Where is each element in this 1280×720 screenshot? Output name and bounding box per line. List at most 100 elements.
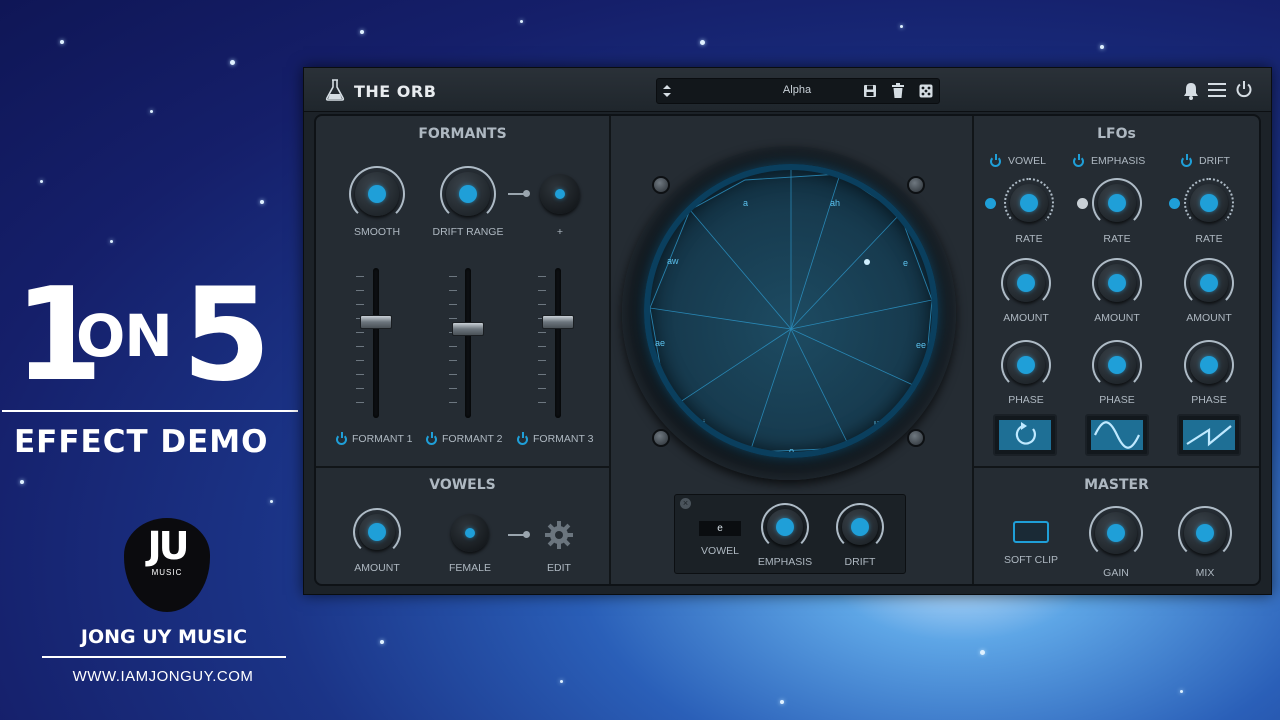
- master-title: MASTER: [1084, 477, 1149, 493]
- lfo-drift-power-icon[interactable]: [1181, 154, 1192, 167]
- selected-vowel-display: e: [699, 521, 741, 536]
- preset-selector[interactable]: Alpha: [656, 78, 940, 104]
- vowels-title: VOWELS: [429, 477, 496, 493]
- female-knob[interactable]: [449, 512, 491, 554]
- orb-label-ee: ee: [916, 340, 927, 350]
- gain-knob[interactable]: [1089, 506, 1143, 560]
- divider-right-horizontal: [974, 466, 1259, 468]
- close-icon[interactable]: ×: [680, 498, 691, 509]
- vowels-amount-knob[interactable]: [353, 508, 401, 556]
- lfo-drift-sync-icon[interactable]: [1169, 198, 1180, 209]
- mix-knob[interactable]: [1178, 506, 1232, 560]
- orb-label-a: a: [743, 198, 749, 208]
- menu-icon[interactable]: [1208, 82, 1226, 98]
- lfo-emphasis-name: EMPHASIS: [1091, 155, 1146, 167]
- lfo-emphasis-shape-button[interactable]: [1085, 414, 1149, 456]
- lfo-emphasis-rate-knob[interactable]: [1092, 178, 1142, 228]
- lfo-emphasis-sync-icon[interactable]: [1077, 198, 1088, 209]
- fader-3-track[interactable]: [555, 268, 561, 418]
- orb-controls-panel: × e VOWEL EMPHASIS DRIFT: [674, 494, 906, 574]
- channel-website: WWW.IAMJONGUY.COM: [72, 668, 254, 685]
- logo-letters: JU: [147, 524, 190, 568]
- drift-range-knob[interactable]: [440, 166, 496, 222]
- channel-rule: [42, 656, 286, 658]
- lfo-drift-name: DRIFT: [1199, 155, 1230, 167]
- vowels-connector-dot: [523, 531, 530, 538]
- drift-knob[interactable]: [836, 503, 884, 551]
- connector-dot: [523, 190, 530, 197]
- fader-1-scale: [356, 276, 364, 416]
- emphasis-label: EMPHASIS: [757, 556, 813, 568]
- lfo-drift-amount-label: AMOUNT: [1186, 312, 1232, 324]
- formant-3-label: FORMANT 3: [533, 433, 594, 445]
- channel-name: JONG UY MUSIC: [80, 626, 248, 648]
- formant-1-power-icon[interactable]: [336, 432, 347, 445]
- orb-label-o: o: [789, 446, 795, 456]
- lfo-vowel-name: VOWEL: [1008, 155, 1046, 167]
- mix-label: MIX: [1195, 567, 1215, 579]
- lfo-vowel-sync-icon[interactable]: [985, 198, 996, 209]
- orb-grid: [650, 170, 932, 452]
- bell-icon[interactable]: [1183, 82, 1199, 100]
- orb-label-u: u: [874, 418, 880, 428]
- edit-label: EDIT: [547, 562, 571, 574]
- drift-plus-label: +: [556, 226, 564, 238]
- title-rule: [2, 410, 298, 412]
- loop-wave-icon: [1015, 422, 1036, 445]
- smooth-knob[interactable]: [349, 166, 405, 222]
- orb-label-ae: ae: [655, 338, 666, 348]
- drift-label: DRIFT: [844, 556, 876, 568]
- lfo-vowel-rate-knob[interactable]: [1004, 178, 1054, 228]
- fader-2-handle[interactable]: [452, 322, 484, 336]
- fader-3-handle[interactable]: [542, 315, 574, 329]
- drift-range-label: DRIFT RANGE: [432, 226, 504, 238]
- lfo-vowel-amount-label: AMOUNT: [1003, 312, 1049, 324]
- lfo-drift-rate-knob[interactable]: [1184, 178, 1234, 228]
- lfo-emphasis-rate-label: RATE: [1103, 233, 1131, 245]
- lfo-emphasis-amount-label: AMOUNT: [1094, 312, 1140, 324]
- lfo-emphasis-phase-knob[interactable]: [1092, 340, 1142, 390]
- gain-label: GAIN: [1103, 567, 1129, 579]
- flask-icon: [325, 79, 345, 101]
- lfo-emphasis-phase-label: PHASE: [1099, 394, 1135, 406]
- title-on: ON: [76, 302, 173, 370]
- save-icon[interactable]: [863, 84, 877, 98]
- lfo-vowel-rate-label: RATE: [1015, 233, 1043, 245]
- logo-small-text: MUSIC: [151, 568, 183, 577]
- drift-plus-knob[interactable]: [538, 172, 582, 216]
- lfo-vowel-power-icon[interactable]: [990, 154, 1001, 167]
- up-down-arrows-icon[interactable]: [661, 83, 673, 99]
- lfo-emphasis-power-icon[interactable]: [1073, 154, 1084, 167]
- vowel-label: VOWEL: [701, 545, 739, 557]
- lfo-vowel-shape-button[interactable]: [993, 414, 1057, 456]
- lfo-drift-shape-button[interactable]: [1177, 414, 1241, 456]
- emphasis-knob[interactable]: [761, 503, 809, 551]
- lfo-drift-amount-knob[interactable]: [1184, 258, 1234, 308]
- orb-label-ah: ah: [830, 198, 841, 208]
- lfo-drift-phase-label: PHASE: [1191, 394, 1227, 406]
- formant-2-power-icon[interactable]: [426, 432, 437, 445]
- soft-clip-label: SOFT CLIP: [1003, 554, 1059, 566]
- lfo-drift-phase-knob[interactable]: [1184, 340, 1234, 390]
- dice-icon[interactable]: [919, 84, 933, 98]
- soft-clip-toggle[interactable]: [1013, 521, 1049, 543]
- smooth-label: SMOOTH: [353, 226, 401, 238]
- divider-right: [972, 116, 974, 584]
- fader-1-handle[interactable]: [360, 315, 392, 329]
- divider-left: [609, 116, 611, 584]
- lfo-emphasis-amount-knob[interactable]: [1092, 258, 1142, 308]
- fader-2-track[interactable]: [465, 268, 471, 418]
- lfo-vowel-amount-knob[interactable]: [1001, 258, 1051, 308]
- power-icon[interactable]: [1235, 80, 1253, 98]
- lfo-drift-rate-label: RATE: [1195, 233, 1223, 245]
- lfo-vowel-phase-knob[interactable]: [1001, 340, 1051, 390]
- fader-3-scale: [538, 276, 546, 416]
- vowel-orb[interactable]: a ah e ee u o i ae aw: [644, 164, 938, 458]
- gear-icon[interactable]: [544, 520, 574, 550]
- sine-wave-icon: [1094, 421, 1140, 449]
- divider-left-horizontal: [316, 466, 609, 468]
- formant-3-power-icon[interactable]: [517, 432, 528, 445]
- vowels-amount-label: AMOUNT: [354, 562, 400, 574]
- fader-1-track[interactable]: [373, 268, 379, 418]
- trash-icon[interactable]: [891, 83, 905, 99]
